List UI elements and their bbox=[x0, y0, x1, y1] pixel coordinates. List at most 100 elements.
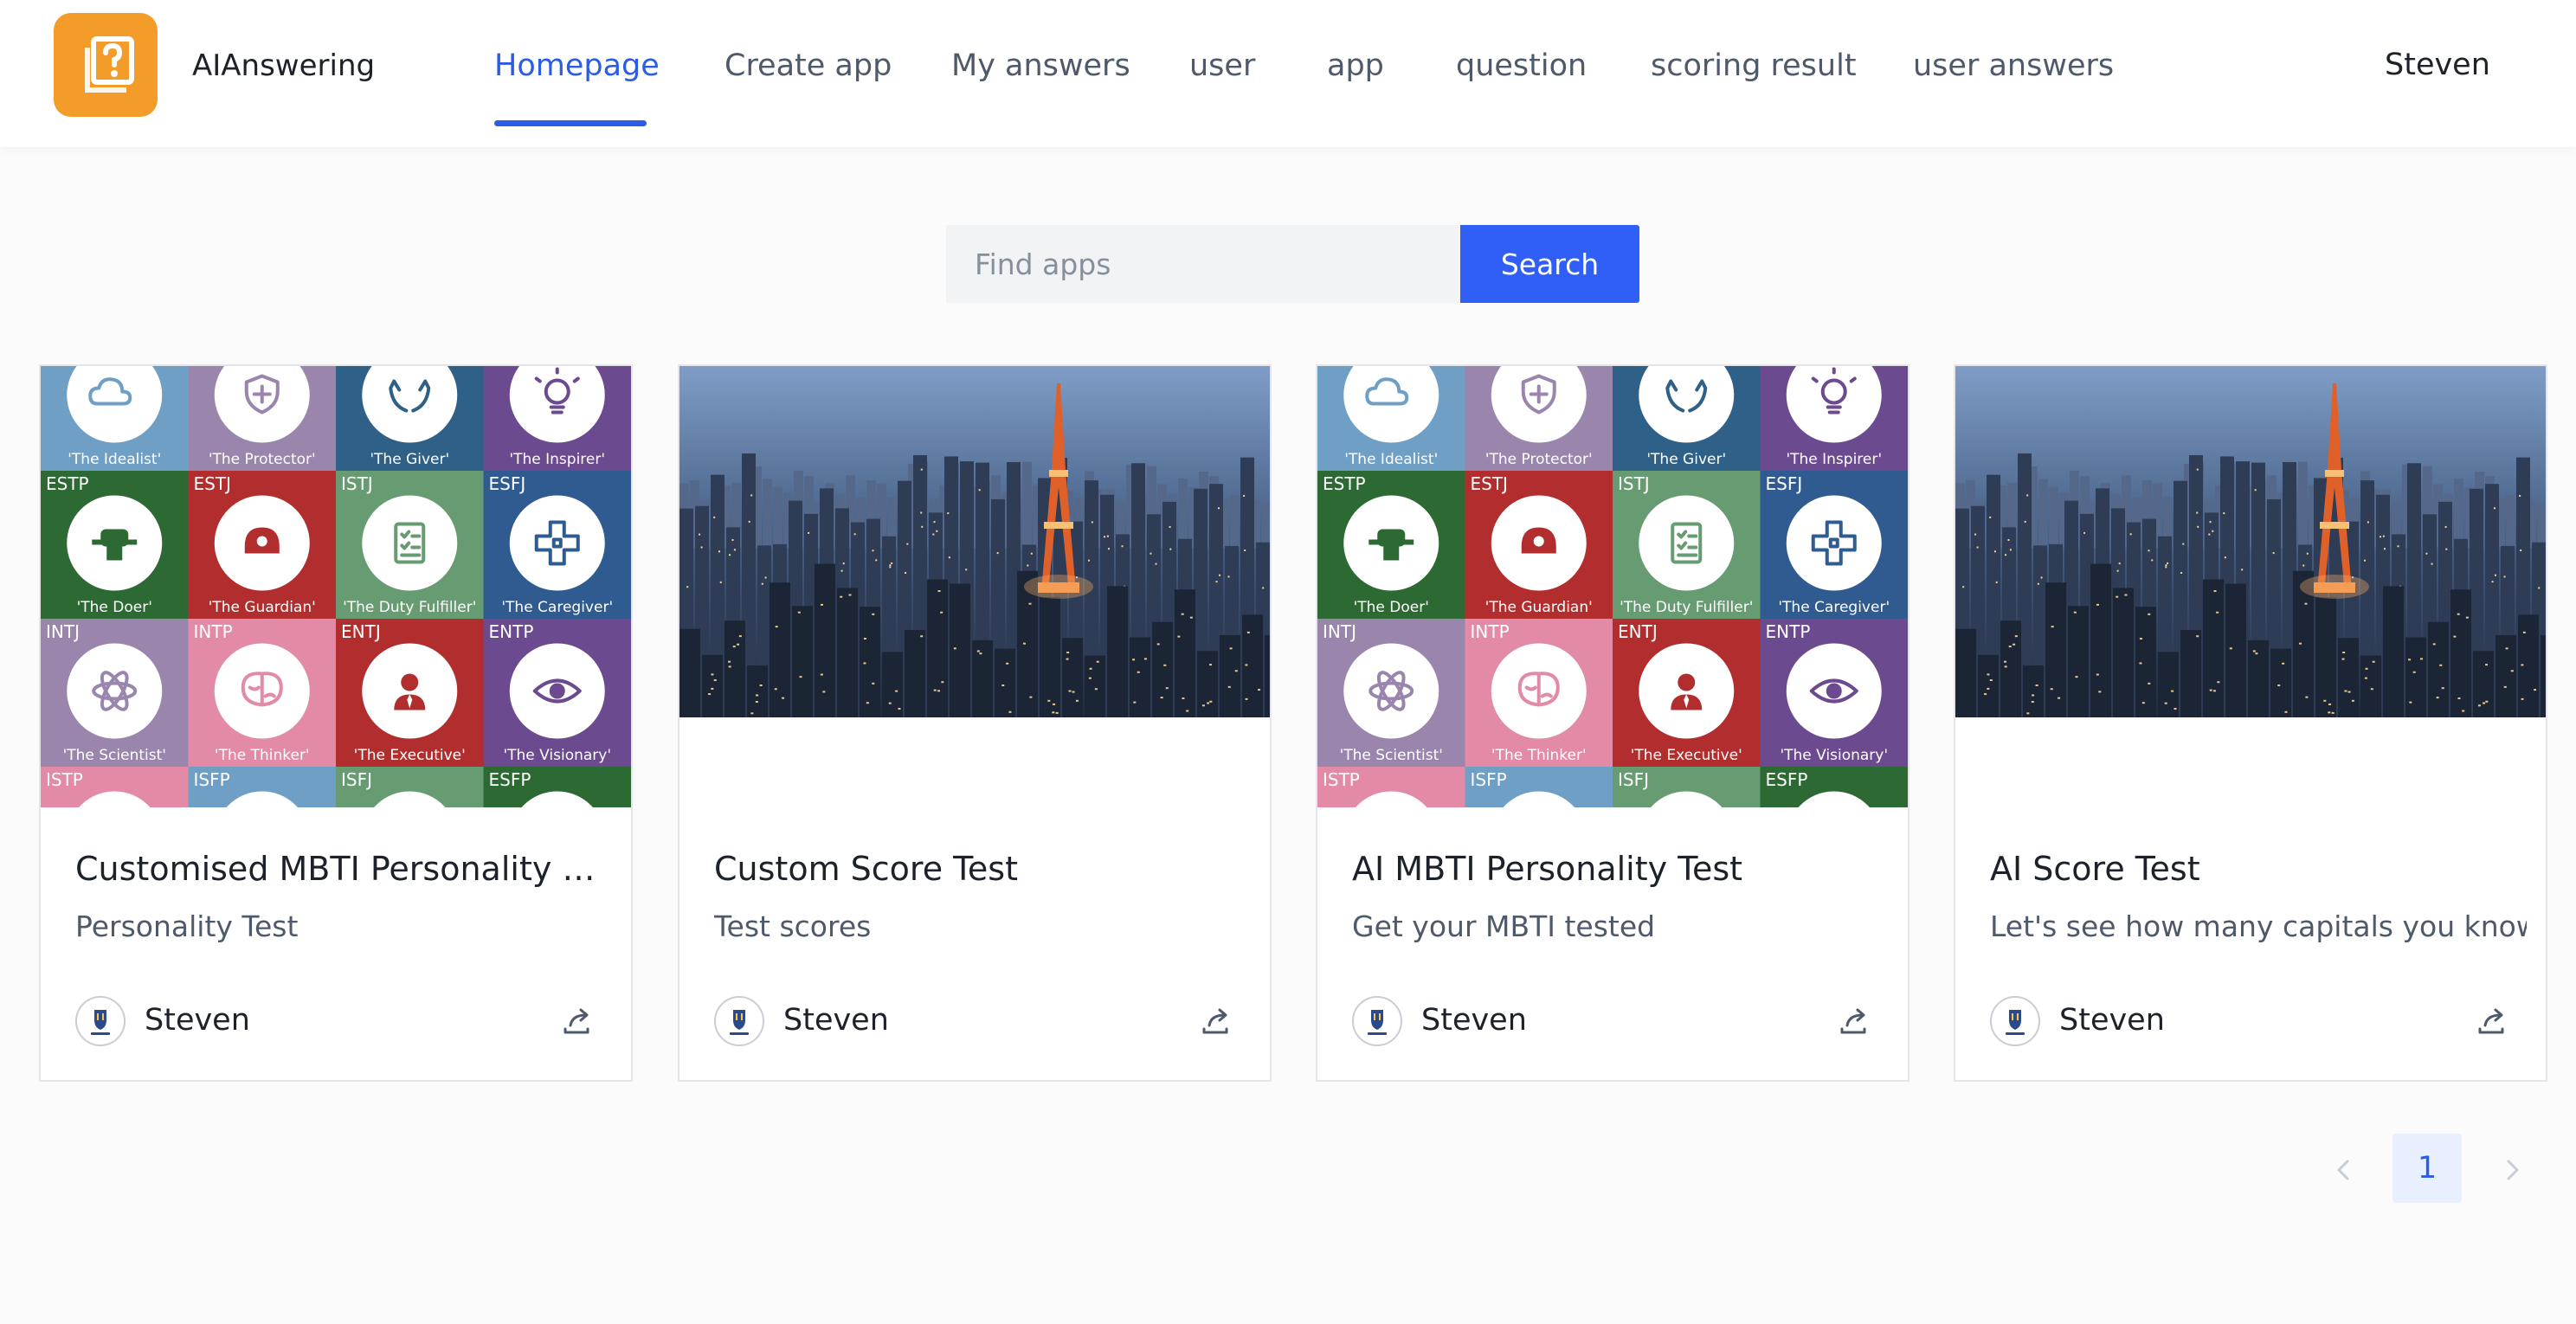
card-cover-image: 'The Idealist' 'The Protector' 'The Giver'… bbox=[1317, 366, 1908, 807]
avatar bbox=[1990, 996, 2040, 1046]
nav-homepage[interactable]: Homepage bbox=[494, 47, 660, 85]
card-title: Customised MBTI Personality Test bbox=[75, 850, 603, 888]
mbti-tile: ESFP bbox=[483, 767, 631, 807]
share-icon[interactable] bbox=[560, 1005, 593, 1038]
mbti-grid-graphic: 'The Idealist' 'The Protector' 'The Giver'… bbox=[1317, 366, 1908, 807]
svg-text:'The Scientist': 'The Scientist' bbox=[1340, 747, 1443, 764]
svg-text:ISFJ: ISFJ bbox=[1618, 769, 1649, 790]
svg-text:'The Scientist': 'The Scientist' bbox=[63, 747, 166, 764]
svg-text:ISTJ: ISTJ bbox=[341, 473, 373, 494]
svg-text:'The Visionary': 'The Visionary' bbox=[1780, 747, 1888, 764]
mbti-tile: ISFP bbox=[188, 767, 337, 807]
svg-text:ESFJ: ESFJ bbox=[1766, 473, 1803, 494]
mbti-tile: 'The Protector' bbox=[188, 366, 337, 472]
svg-text:ESTJ: ESTJ bbox=[1471, 473, 1508, 494]
avatar bbox=[75, 996, 126, 1046]
search-input[interactable] bbox=[946, 225, 1460, 303]
mbti-tile: INTJ 'The Scientist' bbox=[41, 619, 190, 768]
card-description: Test scores bbox=[714, 909, 872, 943]
nav-question[interactable]: question bbox=[1456, 47, 1587, 85]
svg-text:ESTP: ESTP bbox=[1323, 473, 1366, 494]
active-tab-indicator bbox=[494, 120, 647, 126]
share-icon[interactable] bbox=[1199, 1005, 1232, 1038]
app-card[interactable]: AI Score Test Let's see how many capital… bbox=[1954, 364, 2547, 1082]
share-icon[interactable] bbox=[1837, 1005, 1870, 1038]
svg-text:ISFJ: ISFJ bbox=[341, 769, 372, 790]
mbti-tile: ESFP bbox=[1760, 767, 1908, 807]
svg-text:ESTJ: ESTJ bbox=[194, 473, 231, 494]
card-title: AI MBTI Personality Test bbox=[1352, 850, 1743, 888]
mbti-tile: ENTP 'The Visionary' bbox=[483, 619, 631, 768]
app-card[interactable]: 'The Idealist' 'The Protector' 'The Giver'… bbox=[39, 364, 633, 1082]
svg-text:ENTP: ENTP bbox=[1766, 621, 1811, 642]
mbti-tile: ESTJ 'The Guardian' bbox=[1465, 471, 1613, 620]
svg-text:INTJ: INTJ bbox=[1323, 621, 1356, 642]
chevron-right-icon[interactable] bbox=[2500, 1153, 2526, 1187]
svg-text:'The Duty Fulfiller': 'The Duty Fulfiller' bbox=[1620, 599, 1753, 616]
mbti-tile: ESFJ 'The Caregiver' bbox=[483, 471, 631, 620]
pagination-page-current[interactable]: 1 bbox=[2392, 1134, 2462, 1203]
mbti-tile: ISTJ 'The Duty Fulfiller' bbox=[1613, 471, 1761, 620]
mbti-tile: INTP 'The Thinker' bbox=[188, 619, 337, 768]
svg-text:ENTP: ENTP bbox=[489, 621, 534, 642]
nav-scoring-result[interactable]: scoring result bbox=[1651, 47, 1857, 85]
card-cover-image: 'The Idealist' 'The Protector' 'The Giver'… bbox=[41, 366, 631, 807]
nav-create-app[interactable]: Create app bbox=[724, 47, 892, 85]
svg-text:'The Guardian': 'The Guardian' bbox=[209, 599, 316, 616]
svg-text:'The Inspirer': 'The Inspirer' bbox=[1786, 451, 1882, 468]
mbti-tile: ISFJ bbox=[1613, 767, 1761, 807]
app-card[interactable]: 'The Idealist' 'The Protector' 'The Giver'… bbox=[1316, 364, 1909, 1082]
card-author: Steven bbox=[2059, 1003, 2165, 1038]
card-author: Steven bbox=[783, 1003, 889, 1038]
mbti-tile: ENTP 'The Visionary' bbox=[1760, 619, 1908, 768]
share-icon[interactable] bbox=[2475, 1005, 2508, 1038]
app-title[interactable]: AIAnswering bbox=[192, 47, 375, 85]
svg-text:'The Executive': 'The Executive' bbox=[354, 747, 466, 764]
svg-text:'The Duty Fulfiller': 'The Duty Fulfiller' bbox=[343, 599, 476, 616]
nav-user[interactable]: user bbox=[1189, 47, 1255, 85]
app-logo-icon[interactable] bbox=[54, 13, 158, 117]
mbti-tile: 'The Giver' bbox=[1613, 366, 1761, 472]
card-description: Personality Test bbox=[75, 909, 299, 943]
svg-text:INTP: INTP bbox=[1471, 621, 1510, 642]
svg-text:ISTP: ISTP bbox=[1323, 769, 1360, 790]
card-cover-image bbox=[1955, 366, 2546, 717]
search-button[interactable]: Search bbox=[1460, 225, 1639, 303]
svg-text:ISFP: ISFP bbox=[1471, 769, 1507, 790]
svg-text:ESTP: ESTP bbox=[46, 473, 89, 494]
svg-text:'The Protector': 'The Protector' bbox=[1485, 451, 1593, 468]
nav-my-answers[interactable]: My answers bbox=[951, 47, 1130, 85]
svg-text:'The Guardian': 'The Guardian' bbox=[1485, 599, 1593, 616]
svg-text:'The Idealist': 'The Idealist' bbox=[68, 451, 161, 468]
svg-text:'The Caregiver': 'The Caregiver' bbox=[1778, 599, 1890, 616]
city-night-graphic bbox=[1955, 366, 2546, 717]
nav-user-answers[interactable]: user answers bbox=[1913, 47, 2114, 85]
mbti-tile: ENTJ 'The Executive' bbox=[1613, 619, 1761, 768]
mbti-tile: ESTJ 'The Guardian' bbox=[188, 471, 337, 620]
svg-text:'The Doer': 'The Doer' bbox=[1354, 599, 1429, 616]
mbti-tile: ISTP bbox=[41, 767, 190, 807]
svg-text:'The Protector': 'The Protector' bbox=[209, 451, 316, 468]
nav-app[interactable]: app bbox=[1327, 47, 1384, 85]
svg-text:INTP: INTP bbox=[194, 621, 233, 642]
avatar bbox=[1352, 996, 1402, 1046]
app-card[interactable]: Custom Score Test Test scores Steven bbox=[678, 364, 1272, 1082]
svg-text:ESFJ: ESFJ bbox=[489, 473, 526, 494]
mbti-tile: ENTJ 'The Executive' bbox=[336, 619, 485, 768]
chevron-left-icon[interactable] bbox=[2330, 1153, 2356, 1187]
svg-text:'The Thinker': 'The Thinker' bbox=[215, 747, 310, 764]
mbti-tile: ISFP bbox=[1465, 767, 1613, 807]
card-author: Steven bbox=[145, 1003, 250, 1038]
svg-text:ISTP: ISTP bbox=[46, 769, 83, 790]
current-user-name[interactable]: Steven bbox=[2385, 46, 2490, 84]
mbti-tile: ISTP bbox=[1317, 767, 1466, 807]
svg-text:INTJ: INTJ bbox=[46, 621, 80, 642]
card-description: Get your MBTI tested bbox=[1352, 909, 1656, 943]
card-title: AI Score Test bbox=[1990, 850, 2200, 888]
svg-text:ISTJ: ISTJ bbox=[1618, 473, 1650, 494]
card-description: Let's see how many capitals you know bbox=[1990, 909, 2527, 943]
card-title: Custom Score Test bbox=[714, 850, 1018, 888]
mbti-tile: ESTP 'The Doer' bbox=[1317, 471, 1466, 620]
svg-text:'The Caregiver': 'The Caregiver' bbox=[501, 599, 613, 616]
mbti-tile: 'The Giver' bbox=[336, 366, 485, 472]
